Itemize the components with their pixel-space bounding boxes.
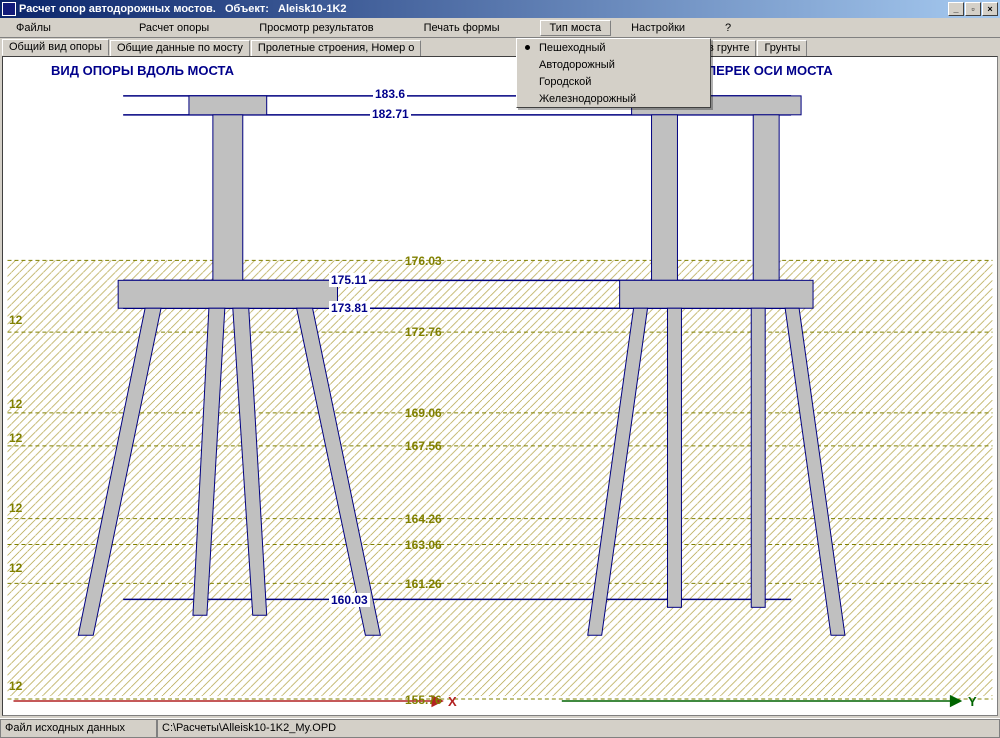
tabbar: Общий вид опоры Общие данные по мосту Пр… xyxy=(0,38,1000,56)
status-file-path: C:\Расчеты\Alleisk10-1K2_My.OPD xyxy=(157,719,1000,738)
menu-bridge-type[interactable]: Тип моста xyxy=(540,20,612,36)
elev-173-81: 173.81 xyxy=(329,301,370,315)
tab-bridge-data[interactable]: Общие данные по мосту xyxy=(110,40,250,57)
dropdown-item-road[interactable]: Автодорожный xyxy=(517,56,710,73)
menu-settings[interactable]: Настройки xyxy=(621,20,695,36)
bridge-type-dropdown: Пешеходный Автодорожный Городской Железн… xyxy=(516,38,711,108)
menu-calc[interactable]: Расчет опоры xyxy=(129,20,219,36)
dropdown-label: Железнодорожный xyxy=(539,93,636,105)
status-label: Файл исходных данных xyxy=(0,719,157,738)
soil-mark-6: 12 xyxy=(9,679,22,693)
ground-169-06: 169.06 xyxy=(403,406,444,420)
ground-164-26: 164.26 xyxy=(403,512,444,526)
titlebar: Расчет опор автодорожных мостов. Объект:… xyxy=(0,0,1000,18)
dropdown-item-city[interactable]: Городской xyxy=(517,73,710,90)
elev-182-71: 182.71 xyxy=(370,107,411,121)
maximize-button[interactable]: ▫ xyxy=(965,2,981,16)
drawing-canvas: ВИД ОПОРЫ ВДОЛЬ МОСТА Ы ПОПЕРЕК ОСИ МОСТ… xyxy=(2,56,998,716)
menu-print[interactable]: Печать формы xyxy=(414,20,510,36)
ground-155-76: 155.76 xyxy=(403,693,444,707)
elev-160-03: 160.03 xyxy=(329,593,370,607)
soil-mark-5: 12 xyxy=(9,561,22,575)
minimize-button[interactable]: _ xyxy=(948,2,964,16)
elev-183-6: 183.6 xyxy=(373,87,407,101)
menu-files[interactable]: Файлы xyxy=(6,20,61,36)
soil-mark-1: 12 xyxy=(9,313,22,327)
bridge-diagram-svg xyxy=(3,57,997,715)
axis-y-label: Y xyxy=(968,694,977,709)
ground-163-06: 163.06 xyxy=(403,538,444,552)
soil-mark-3: 12 xyxy=(9,431,22,445)
tab-spans[interactable]: Пролетные строения, Номер о xyxy=(251,40,421,57)
dropdown-label: Пешеходный xyxy=(539,42,606,54)
statusbar: Файл исходных данных C:\Расчеты\Alleisk1… xyxy=(0,718,1000,738)
ground-161-26: 161.26 xyxy=(403,577,444,591)
dropdown-item-rail[interactable]: Железнодорожный xyxy=(517,90,710,107)
menu-view-results[interactable]: Просмотр результатов xyxy=(249,20,383,36)
ground-172-76: 172.76 xyxy=(403,325,444,339)
app-icon xyxy=(2,2,16,16)
tab-soils[interactable]: Грунты xyxy=(757,40,807,57)
ground-176-03: 176.03 xyxy=(403,254,444,268)
window-title: Расчет опор автодорожных мостов. Объект:… xyxy=(19,3,948,15)
soil-mark-2: 12 xyxy=(9,397,22,411)
axis-x-label: X xyxy=(448,694,457,709)
ground-167-56: 167.56 xyxy=(403,439,444,453)
dropdown-item-pedestrian[interactable]: Пешеходный xyxy=(517,39,710,56)
dropdown-label: Автодорожный xyxy=(539,59,615,71)
soil-mark-4: 12 xyxy=(9,501,22,515)
close-button[interactable]: × xyxy=(982,2,998,16)
bullet-icon xyxy=(525,45,530,50)
dropdown-label: Городской xyxy=(539,76,591,88)
elev-175-11: 175.11 xyxy=(329,273,369,287)
tab-general-view[interactable]: Общий вид опоры xyxy=(2,39,109,56)
menu-help[interactable]: ? xyxy=(715,20,741,36)
menubar: Файлы Расчет опоры Просмотр результатов … xyxy=(0,18,1000,38)
